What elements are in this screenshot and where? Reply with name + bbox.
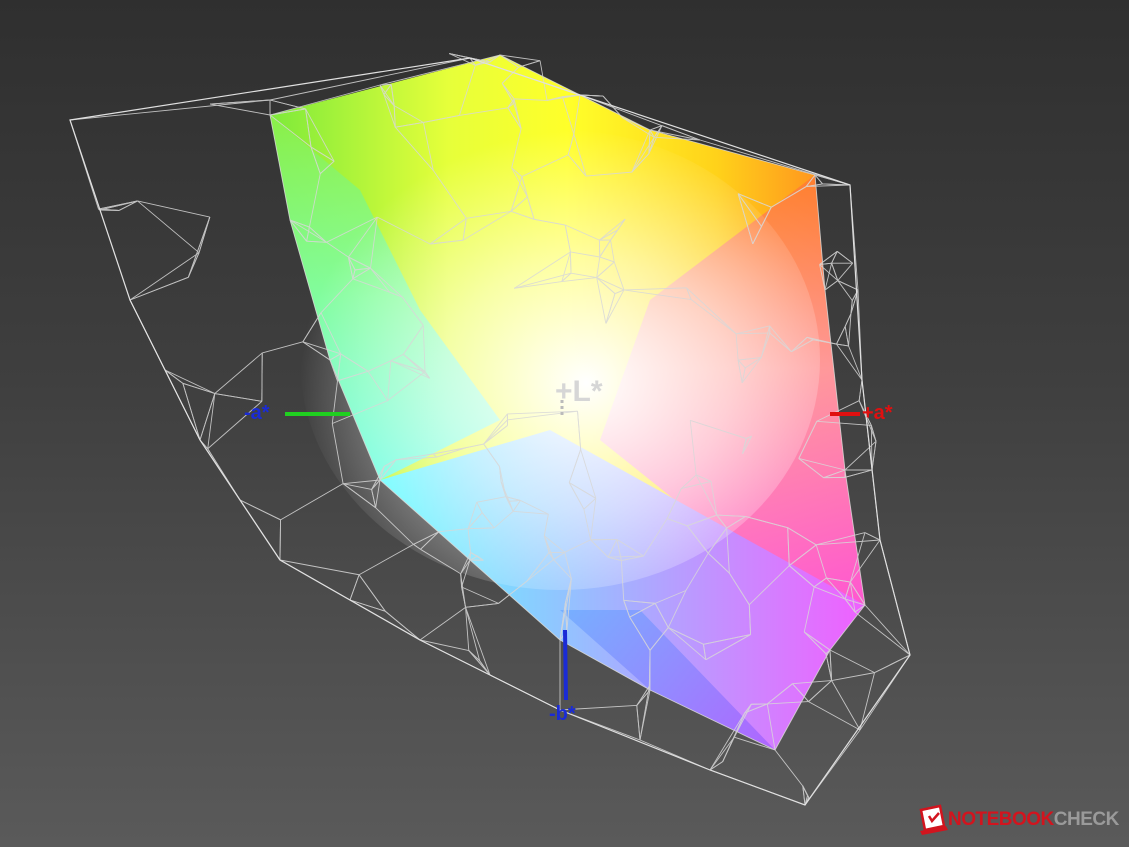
wireframe-edge: [831, 672, 875, 681]
logo-part-notebook: NOTEBOOK: [948, 809, 1054, 830]
wireframe-edge: [874, 654, 911, 674]
axis-label-plus-l: +L*: [555, 375, 603, 408]
wireframe-edge: [837, 262, 854, 281]
axis-label-minus-a: -a*: [244, 402, 270, 424]
logo-part-check: CHECK: [1053, 809, 1120, 830]
wireframe-edge: [836, 343, 863, 381]
wireframe-edge: [836, 343, 849, 347]
wireframe-edge: [198, 216, 211, 253]
wireframe-edge: [836, 326, 846, 345]
wireframe-edge: [871, 441, 877, 471]
wireframe-edge: [774, 749, 804, 787]
wireframe-edge: [636, 705, 641, 741]
wireframe-edge: [468, 650, 491, 676]
wireframe-edge: [279, 519, 281, 561]
wireframe-edge: [214, 393, 262, 402]
wireframe-edge: [118, 200, 138, 211]
wireframe-edge: [465, 602, 499, 608]
wireframe-edge: [854, 611, 911, 656]
wireframe-edge: [164, 369, 216, 394]
wireframe-edge: [419, 606, 466, 641]
wireframe-edge: [199, 393, 216, 441]
wireframe-edge: [187, 216, 211, 278]
wireframe-edge: [69, 99, 271, 121]
wireframe-edge: [864, 532, 881, 541]
wireframe-edge: [137, 200, 210, 218]
notebookcheck-logo: NOTEBOOKCHECK: [918, 804, 1123, 838]
wireframe-edge: [358, 544, 414, 576]
wireframe-edge: [137, 200, 200, 254]
wireframe-edge: [182, 382, 215, 394]
wireframe-edge: [207, 393, 216, 449]
wireframe-edge: [98, 200, 138, 210]
wireframe-edge: [709, 761, 723, 771]
wireframe-edge: [262, 341, 303, 354]
wireframe-edge: [836, 250, 853, 264]
wireframe-edge: [269, 99, 306, 110]
wireframe-edge: [844, 469, 873, 478]
wireframe-edge: [858, 379, 863, 401]
wireframe-edge: [709, 736, 735, 771]
wireframe-edge: [569, 251, 572, 274]
wireframe-edge: [280, 483, 344, 521]
wireframe-edge: [129, 276, 189, 301]
wireframe-edge: [859, 672, 875, 731]
wireframe-edge: [469, 552, 472, 561]
laptop-logo-icon: [919, 804, 948, 835]
wireframe-edge: [384, 610, 421, 641]
wireframe-edge: [829, 649, 875, 674]
wireframe-edge: [419, 639, 469, 651]
wireframe-edge: [214, 352, 263, 394]
axis-label-plus-a: +a*: [862, 402, 893, 424]
wireframe-edge: [461, 586, 499, 604]
logo-wordmark: NOTEBOOKCHECK: [948, 809, 1119, 831]
wireframe-edge: [358, 574, 386, 612]
wireframe-edge: [639, 686, 650, 741]
axis-label-minus-b: -b*: [549, 703, 576, 725]
wireframe-edge: [844, 326, 850, 347]
axis-minus-b: [563, 629, 568, 701]
wireframe-edge: [460, 573, 463, 588]
wireframe-edge: [209, 103, 271, 116]
wireframe-edge: [349, 574, 360, 601]
